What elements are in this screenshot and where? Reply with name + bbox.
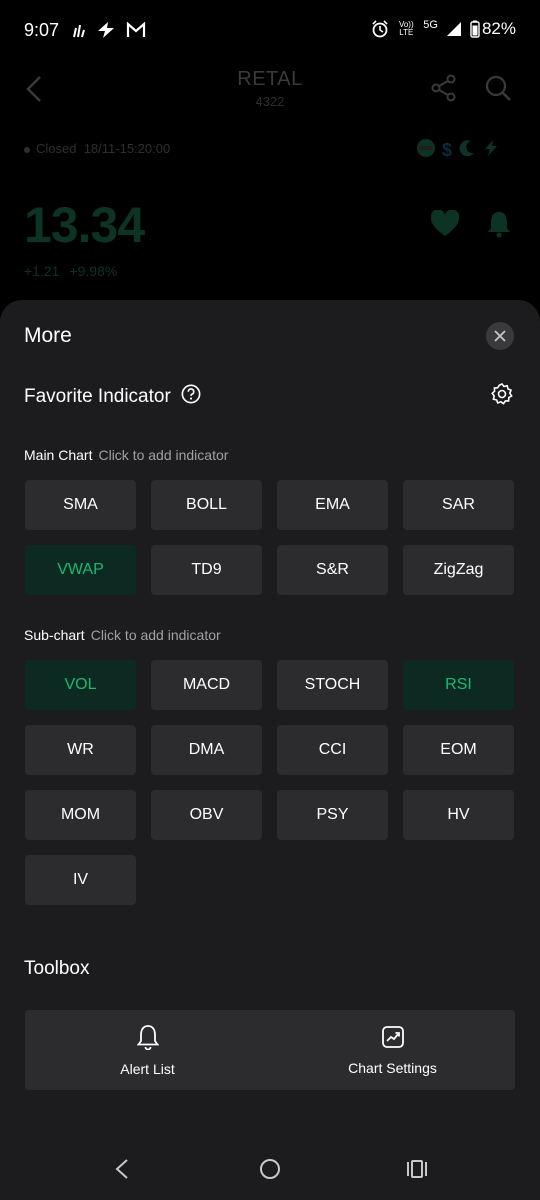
stock-detail-background: RETAL 4322 Closed 18/11-15:20:00 $ 13.34… xyxy=(0,60,540,300)
chart-settings-label: Chart Settings xyxy=(348,1059,437,1076)
price-change: +1.21 +9.98% xyxy=(24,263,118,279)
toolbox-panel: Alert List Chart Settings xyxy=(25,1010,515,1090)
indicator-psy-button[interactable]: PSY xyxy=(277,790,388,840)
sheet-title: More xyxy=(24,324,72,347)
system-nav-bar xyxy=(0,1140,540,1200)
battery-percent: 82% xyxy=(481,19,516,38)
chart-trend-icon xyxy=(381,1025,405,1052)
volte-icon: Vo)) LTE xyxy=(398,20,414,37)
nav-recents-icon[interactable] xyxy=(406,1158,428,1185)
favorite-indicator-title: Favorite Indicator xyxy=(24,386,171,407)
alarm-icon xyxy=(371,20,389,38)
moon-badge-icon xyxy=(458,139,476,162)
indicator-mom-button[interactable]: MOM xyxy=(25,790,136,840)
indicator-ema-button[interactable]: EMA xyxy=(277,480,388,530)
indicator-macd-button[interactable]: MACD xyxy=(151,660,262,710)
indicator-wr-button[interactable]: WR xyxy=(25,725,136,775)
close-icon xyxy=(494,330,506,342)
settings-gear-icon[interactable] xyxy=(490,382,514,411)
bell-icon xyxy=(136,1024,160,1053)
indicator-sma-button[interactable]: SMA xyxy=(25,480,136,530)
more-sheet: More Favorite Indicator Main Chart Click … xyxy=(0,300,540,1200)
indicator-eom-button[interactable]: EOM xyxy=(403,725,514,775)
sub-chart-grid: VOL MACD STOCH RSI WR DMA CCI EOM MOM OBV PSY HV IV xyxy=(25,660,515,905)
status-bar: 9:07 Vo)) LTE 5G 82% xyxy=(0,0,540,60)
indicator-iv-button[interactable]: IV xyxy=(25,855,136,905)
heart-icon[interactable] xyxy=(430,209,460,243)
indicator-td9-button[interactable]: TD9 xyxy=(151,545,262,595)
indicator-cci-button[interactable]: CCI xyxy=(277,725,388,775)
share-icon[interactable] xyxy=(430,74,458,107)
alert-list-button[interactable]: Alert List xyxy=(25,1010,270,1090)
main-chart-grid: SMA BOLL EMA SAR VWAP TD9 S&R ZigZag xyxy=(25,480,515,595)
indicator-hv-button[interactable]: HV xyxy=(403,790,514,840)
alert-bell-icon[interactable] xyxy=(486,210,512,243)
indicator-obv-button[interactable]: OBV xyxy=(151,790,262,840)
indicator-stoch-button[interactable]: STOCH xyxy=(277,660,388,710)
market-status: Closed 18/11-15:20:00 xyxy=(24,141,170,156)
main-chart-label: Main Chart Click to add indicator xyxy=(24,447,229,463)
indicator-vol-button[interactable]: VOL xyxy=(25,660,136,710)
stock-price: 13.34 xyxy=(24,197,145,253)
lightning-icon xyxy=(96,21,116,39)
search-icon[interactable] xyxy=(484,74,512,107)
battery-icon xyxy=(470,20,480,38)
signal-bars-icon xyxy=(72,22,86,38)
nav-home-icon[interactable] xyxy=(259,1158,281,1185)
cell-signal-icon xyxy=(446,21,462,37)
network-type: 5G xyxy=(423,19,438,31)
chart-settings-button[interactable]: Chart Settings xyxy=(270,1010,515,1090)
gmail-icon xyxy=(126,22,146,38)
dollar-badge-icon: $ xyxy=(442,140,453,160)
indicator-dma-button[interactable]: DMA xyxy=(151,725,262,775)
indicator-vwap-button[interactable]: VWAP xyxy=(25,545,136,595)
stock-code: 4322 xyxy=(255,94,285,109)
nav-back-icon[interactable] xyxy=(114,1158,130,1185)
indicator-rsi-button[interactable]: RSI xyxy=(403,660,514,710)
status-dot xyxy=(24,146,30,153)
indicator-zigzag-button[interactable]: ZigZag xyxy=(403,545,514,595)
indicator-sar-button[interactable]: SAR xyxy=(403,480,514,530)
lightning-badge-icon xyxy=(482,139,500,162)
indicator-s-r-button[interactable]: S&R xyxy=(277,545,388,595)
close-button[interactable] xyxy=(486,322,514,350)
help-icon[interactable] xyxy=(181,384,201,410)
alert-list-label: Alert List xyxy=(120,1060,175,1077)
toolbox-title: Toolbox xyxy=(24,958,90,979)
feature-badges: $ xyxy=(416,138,500,163)
flag-badge-icon xyxy=(416,138,436,163)
indicator-boll-button[interactable]: BOLL xyxy=(151,480,262,530)
status-time: 9:07 xyxy=(24,20,60,40)
stock-name: RETAL xyxy=(237,68,303,90)
sub-chart-label: Sub-chart Click to add indicator xyxy=(24,627,221,643)
